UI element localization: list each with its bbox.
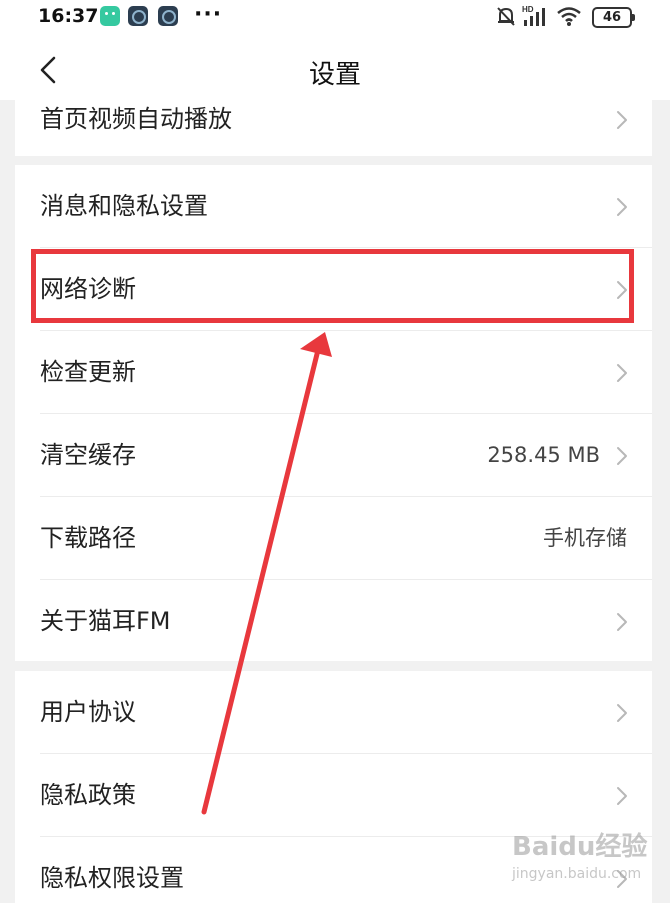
settings-row-autoplay[interactable]: 首页视频自动播放 <box>15 100 652 143</box>
chevron-right-icon <box>617 787 627 805</box>
settings-row-label: 清空缓存 <box>40 441 136 469</box>
chevron-right-icon <box>617 447 627 465</box>
settings-group-main: 消息和隐私设置 网络诊断 检查更新 清空缓存 258.45 MB 下载路径 手机… <box>15 165 652 661</box>
settings-row-label: 消息和隐私设置 <box>40 192 208 220</box>
page-title: 设置 <box>308 60 361 90</box>
chat-app-icon <box>100 6 120 26</box>
signal-icon: HD <box>522 5 545 26</box>
download-path-value: 手机存储 <box>543 526 627 550</box>
settings-row-label: 隐私权限设置 <box>40 864 184 892</box>
settings-row-label: 隐私政策 <box>40 781 136 809</box>
mute-bell-icon <box>497 7 515 26</box>
settings-row-clear-cache[interactable]: 清空缓存 258.45 MB <box>15 414 652 497</box>
chevron-right-icon <box>617 198 627 216</box>
chevron-right-icon <box>617 613 627 631</box>
chevron-right-icon <box>617 704 627 722</box>
app-notification-icon <box>128 6 148 26</box>
annotation-highlight-box <box>31 249 634 323</box>
status-time: 16:37 <box>38 5 99 27</box>
status-bar: 16:37 ··· HD 46 <box>0 0 670 36</box>
cache-size-value: 258.45 MB <box>487 443 600 467</box>
settings-row-label: 首页视频自动播放 <box>40 105 232 133</box>
baidu-watermark: Baidu经验 jingyan.baidu.com <box>512 826 662 896</box>
wifi-icon <box>557 7 581 26</box>
header: 设置 <box>0 36 670 100</box>
settings-row-check-update[interactable]: 检查更新 <box>15 331 652 414</box>
settings-row-label: 用户协议 <box>40 698 136 726</box>
watermark-logo: Baidu经验 <box>512 832 648 862</box>
chevron-right-icon <box>617 364 627 382</box>
settings-row-privacy-policy[interactable]: 隐私政策 <box>15 754 652 837</box>
settings-row-user-agreement[interactable]: 用户协议 <box>15 671 652 754</box>
settings-group-top: 首页视频自动播放 <box>15 100 652 156</box>
more-notifications-icon: ··· <box>194 2 223 27</box>
settings-row-about[interactable]: 关于猫耳FM <box>15 580 652 663</box>
settings-row-download-path[interactable]: 下载路径 手机存储 <box>15 497 652 580</box>
chevron-right-icon <box>617 111 627 129</box>
settings-row-label: 下载路径 <box>40 524 136 552</box>
settings-row-label: 关于猫耳FM <box>40 607 171 635</box>
settings-row-message-privacy[interactable]: 消息和隐私设置 <box>15 165 652 248</box>
settings-row-label: 检查更新 <box>40 358 136 386</box>
watermark-url: jingyan.baidu.com <box>512 866 642 882</box>
svg-text:HD: HD <box>522 5 534 14</box>
app-notification-icon-2 <box>158 6 178 26</box>
battery-indicator: 46 <box>592 7 635 28</box>
